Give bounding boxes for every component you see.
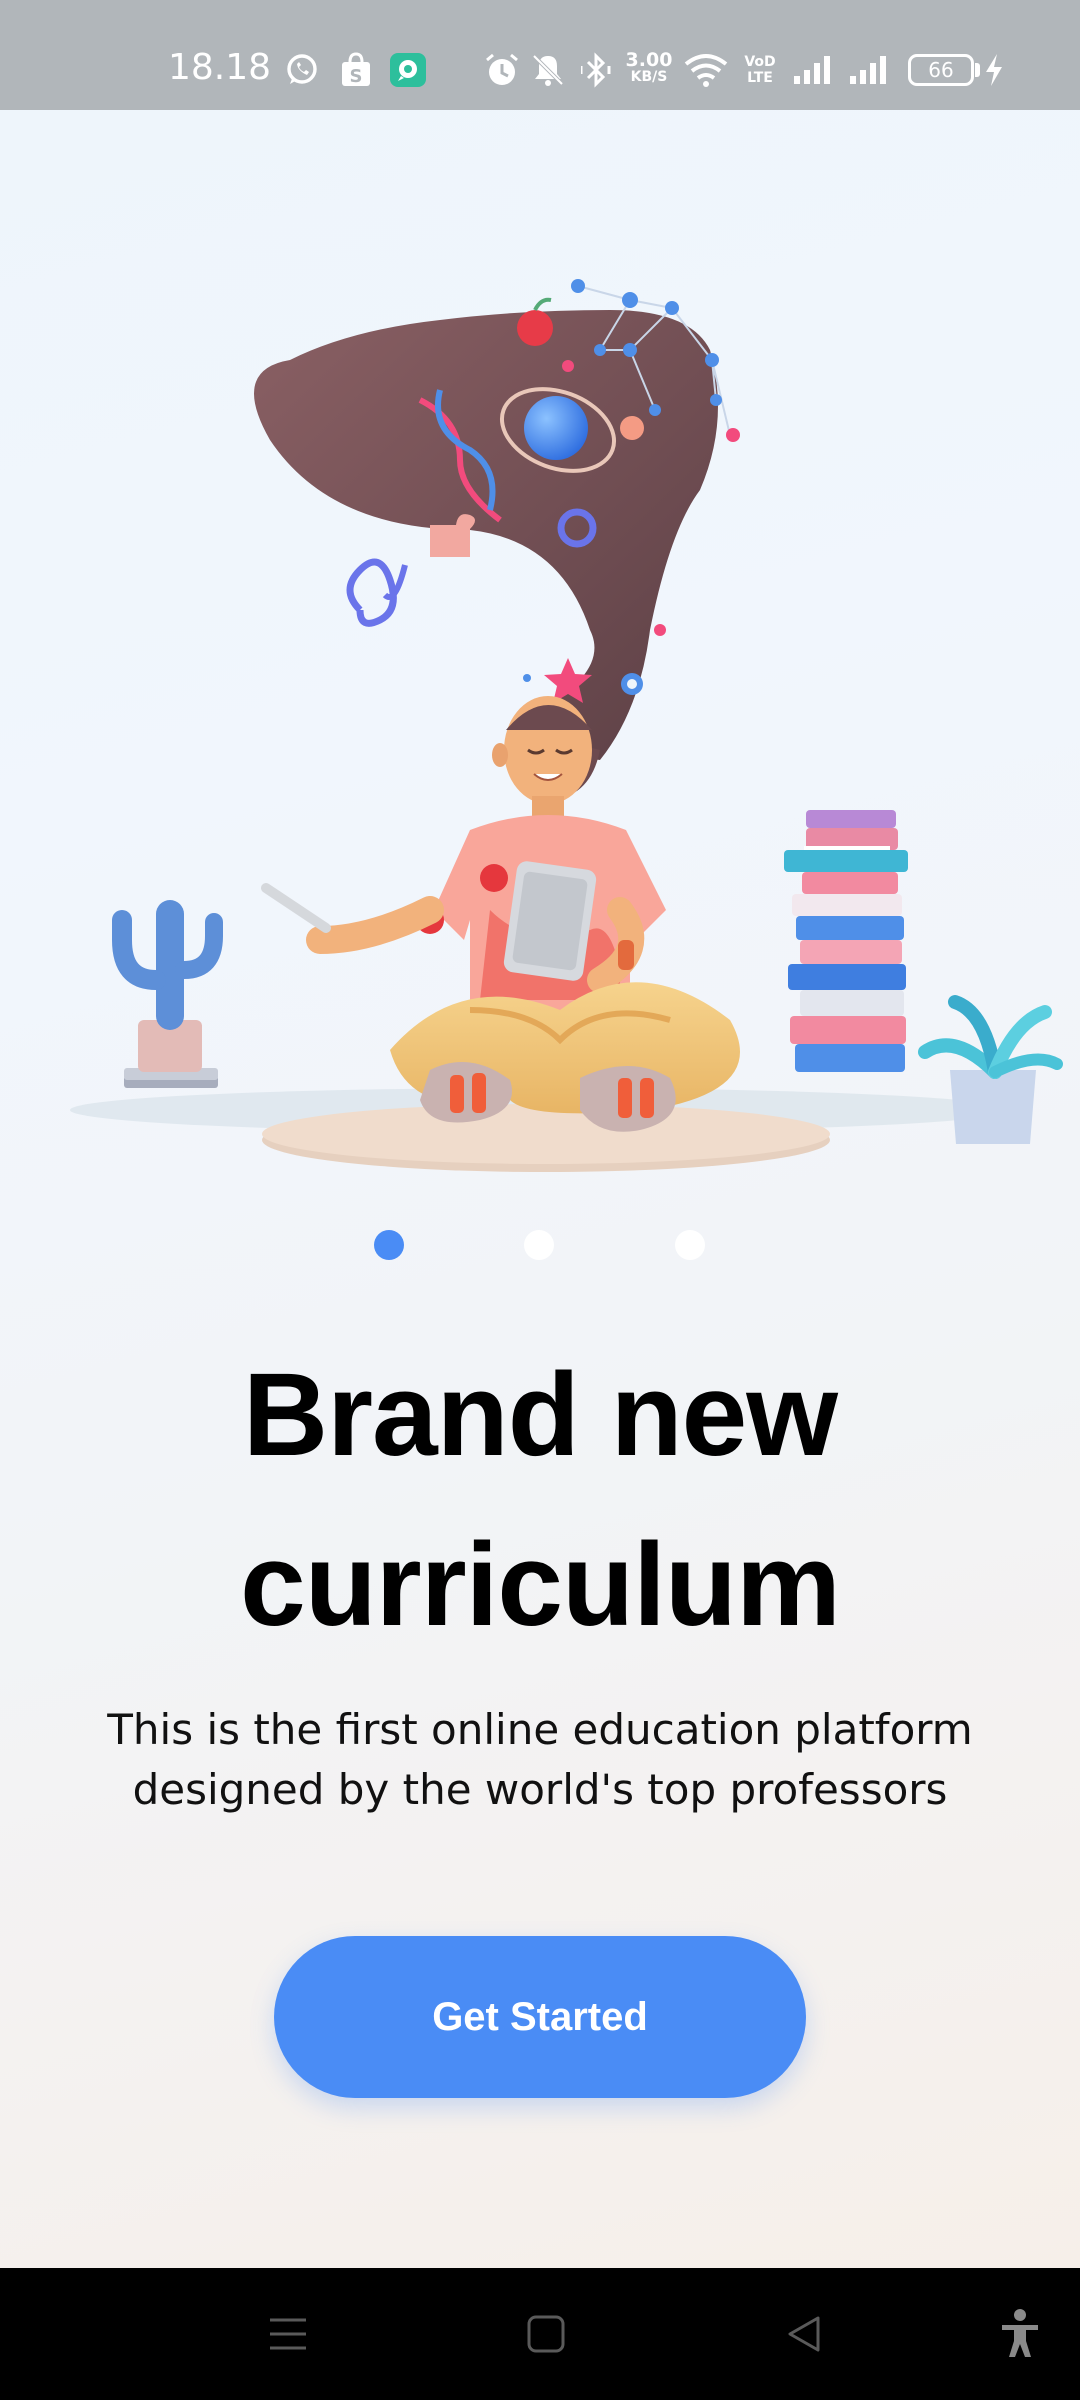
signal-icon	[792, 52, 834, 88]
charging-icon	[982, 52, 1006, 88]
signal-icon	[848, 52, 890, 88]
home-square-icon[interactable]	[516, 2304, 576, 2364]
status-bar: 18.18 S 3.00 KB/S VoD LTE 66	[0, 0, 1080, 110]
battery-icon: 66	[908, 54, 974, 86]
onboarding-screen: Brand new curriculum This is the first o…	[0, 110, 1080, 2268]
navigation-bar	[0, 2268, 1080, 2400]
svg-text:S: S	[350, 66, 363, 87]
volte-indicator: VoD LTE	[740, 54, 780, 86]
battery-tip	[975, 63, 980, 77]
chat-app-icon	[388, 52, 428, 88]
battery-level: 66	[928, 58, 954, 82]
bluetooth-icon	[578, 52, 614, 88]
network-speed-value: 3.00	[625, 49, 673, 71]
accessibility-icon[interactable]	[990, 2304, 1050, 2364]
volte-line1: VoD	[744, 54, 776, 70]
shopping-bag-icon: S	[338, 52, 374, 88]
menu-icon[interactable]	[258, 2304, 318, 2364]
get-started-label: Get Started	[432, 1994, 648, 2039]
title-line-2: curriculum	[240, 1519, 841, 1651]
network-speed: 3.00 KB/S	[622, 49, 676, 86]
page-title: Brand new curriculum	[0, 1330, 1080, 1670]
alarm-icon	[484, 52, 520, 88]
page-dot[interactable]	[524, 1230, 554, 1260]
back-triangle-icon[interactable]	[774, 2304, 834, 2364]
description-line-2: designed by the world's top professors	[132, 1765, 948, 1814]
hero-illustration	[70, 279, 1063, 1172]
get-started-button[interactable]: Get Started	[274, 1936, 806, 2098]
page-dot-active[interactable]	[374, 1230, 404, 1260]
status-time: 18.18	[168, 47, 272, 88]
network-speed-unit: KB/S	[630, 69, 668, 85]
title-line-1: Brand new	[242, 1349, 838, 1481]
description-text: This is the first online education platf…	[60, 1700, 1020, 1820]
whatsapp-icon	[284, 52, 320, 88]
page-dot[interactable]	[675, 1230, 705, 1260]
description-line-1: This is the first online education platf…	[107, 1705, 973, 1754]
page-indicator	[0, 1230, 1080, 1260]
mute-icon	[530, 52, 566, 88]
wifi-icon	[684, 52, 728, 88]
volte-line2: LTE	[747, 70, 773, 86]
